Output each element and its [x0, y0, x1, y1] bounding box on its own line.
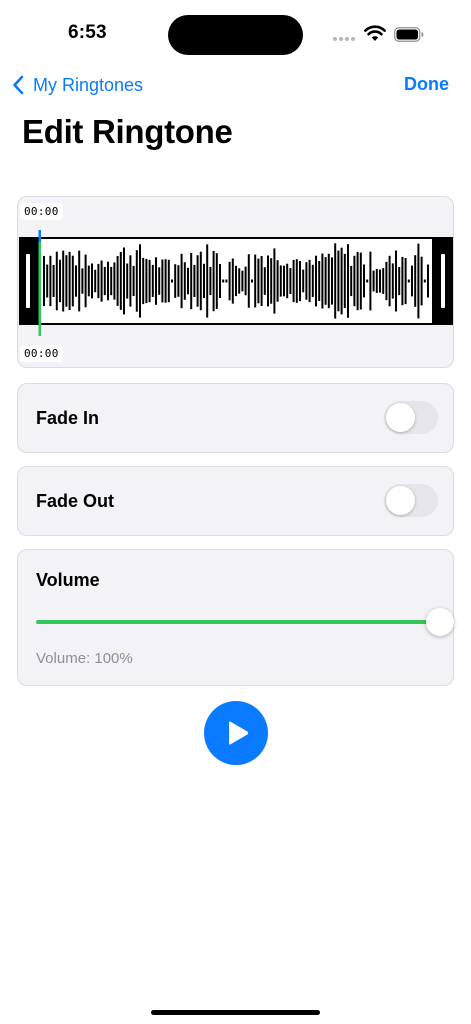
toggle-knob — [386, 403, 415, 432]
back-button-label: My Ringtones — [33, 74, 144, 95]
volume-card: Volume Volume: 100% — [17, 549, 454, 686]
home-indicator — [151, 1010, 320, 1015]
done-button[interactable]: Done — [404, 74, 449, 95]
play-icon — [229, 721, 249, 745]
fade-out-toggle[interactable] — [384, 484, 438, 517]
slider-fill — [36, 620, 436, 624]
trim-handle-right-grip — [441, 254, 445, 308]
play-button[interactable] — [204, 701, 268, 765]
battery-icon — [394, 27, 424, 42]
wifi-icon — [364, 25, 386, 41]
volume-caption: Volume: 100% — [36, 650, 133, 667]
back-button[interactable]: My Ringtones — [12, 70, 143, 100]
trim-handle-left-grip — [26, 254, 30, 308]
start-time-label: 00:00 — [20, 203, 63, 220]
fade-in-label: Fade In — [36, 408, 100, 428]
end-time-label: 00:00 — [20, 345, 63, 362]
status-time: 6:53 — [68, 22, 107, 43]
playhead[interactable] — [37, 230, 43, 336]
status-bar: 6:53 — [0, 0, 471, 64]
toggle-knob — [386, 486, 415, 515]
fade-out-row: Fade Out — [17, 466, 454, 536]
volume-slider[interactable] — [36, 608, 454, 636]
signal-dots-icon — [333, 37, 357, 42]
waveform-card: 00:00 00:00 — [17, 196, 454, 368]
slider-thumb[interactable] — [426, 608, 454, 636]
chevron-left-icon — [13, 75, 24, 95]
fade-in-toggle[interactable] — [384, 401, 438, 434]
page-title: Edit Ringtone — [22, 113, 233, 150]
fade-out-label: Fade Out — [36, 491, 115, 511]
waveform-trimmer[interactable] — [19, 237, 453, 325]
fade-in-row: Fade In — [17, 383, 454, 453]
dynamic-island — [168, 15, 303, 55]
volume-label: Volume — [36, 570, 100, 590]
